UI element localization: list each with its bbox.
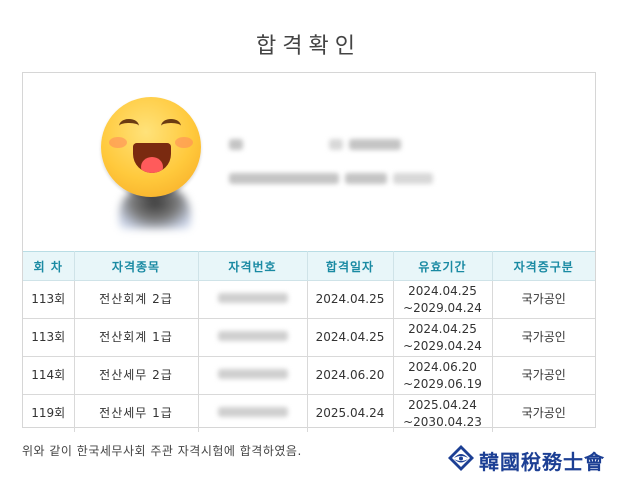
redacted-cert-number [217, 407, 288, 417]
emoji-mouth [133, 143, 171, 173]
valid-from: 2024.04.25 [408, 321, 477, 336]
emoji-left-cheek [109, 137, 127, 148]
certification-statement: 위와 같이 한국세무사회 주관 자격시험에 합격하였음. [22, 444, 302, 458]
header-pass-date: 합격일자 [306, 251, 394, 281]
valid-from: 2024.06.20 [408, 359, 477, 374]
redacted-cert-number [217, 331, 288, 341]
cell-pass-date: 2024.04.25 [306, 280, 394, 319]
valid-from: 2024.04.25 [408, 283, 477, 298]
valid-to: ~2030.04.23 [403, 414, 482, 429]
cell-round: 119회 [23, 394, 75, 432]
cell-cert-number [197, 356, 308, 395]
cell-round: 114회 [23, 356, 75, 395]
redacted-birth-label [229, 173, 339, 184]
page-title: 합격확인 [256, 34, 361, 59]
header-subject: 자격종목 [73, 251, 199, 281]
grinning-emoji-icon [101, 97, 201, 197]
valid-to: ~2029.06.19 [403, 376, 482, 391]
cell-cert-type: 국가공인 [491, 280, 595, 319]
table-row: 113회 전산회계 2급 2024.04.25 2024.04.25 ~2029.… [23, 280, 595, 319]
redacted-birth-value [345, 173, 387, 184]
cell-pass-date: 2024.04.25 [306, 318, 394, 357]
kacta-logo-text: 韓國稅務士會 [479, 450, 605, 474]
cell-round: 113회 [23, 318, 75, 357]
cell-subject: 전산회계 2급 [73, 280, 199, 319]
table-row: 114회 전산세무 2급 2024.06.20 2024.06.20 ~2029.… [23, 356, 595, 395]
cell-subject: 전산회계 1급 [73, 318, 199, 357]
header-cert-number: 자격번호 [197, 251, 308, 281]
certificate-panel: 회 차 자격종목 자격번호 합격일자 유효기간 자격증구분 113회 전산회계 … [22, 72, 596, 432]
cell-cert-number [197, 280, 308, 319]
cell-pass-date: 2025.04.24 [306, 394, 394, 432]
cell-valid-period: 2025.04.24 ~2030.04.23 [392, 394, 493, 432]
valid-to: ~2029.04.24 [403, 300, 482, 315]
kacta-logo: 韓國稅務士會 [447, 444, 604, 474]
cell-cert-number [197, 318, 308, 357]
valid-from: 2025.04.24 [408, 397, 477, 412]
redacted-name-label [229, 139, 243, 150]
emoji-right-eye [161, 119, 181, 133]
profile-photo [101, 97, 205, 229]
redacted-name-separator [329, 139, 343, 150]
cell-cert-type: 국가공인 [491, 356, 595, 395]
cell-cert-number [197, 394, 308, 432]
valid-to: ~2029.04.24 [403, 338, 482, 353]
cell-valid-period: 2024.04.25 ~2029.04.24 [392, 280, 493, 319]
cell-cert-type: 국가공인 [491, 318, 595, 357]
cell-valid-period: 2024.04.25 ~2029.04.24 [392, 318, 493, 357]
cell-round: 113회 [23, 280, 75, 319]
header-valid-period: 유효기간 [392, 251, 493, 281]
header-round: 회 차 [23, 251, 75, 281]
cell-subject: 전산세무 2급 [73, 356, 199, 395]
cell-subject: 전산세무 1급 [73, 394, 199, 432]
header-cert-type: 자격증구분 [491, 251, 595, 281]
table-header-row: 회 차 자격종목 자격번호 합격일자 유효기간 자격증구분 [23, 251, 595, 281]
redacted-cert-number [217, 369, 288, 379]
table-row: 113회 전산회계 1급 2024.04.25 2024.04.25 ~2029.… [23, 318, 595, 357]
table-row: 119회 전산세무 1급 2025.04.24 2025.04.24 ~2030.… [23, 394, 595, 432]
certificate-table: 회 차 자격종목 자격번호 합격일자 유효기간 자격증구분 113회 전산회계 … [23, 251, 595, 432]
redacted-name-value [349, 139, 401, 150]
profile-section [23, 73, 595, 251]
redacted-cert-number [217, 293, 288, 303]
emoji-tongue [141, 157, 163, 173]
cell-valid-period: 2024.06.20 ~2029.06.19 [392, 356, 493, 395]
cell-pass-date: 2024.06.20 [306, 356, 394, 395]
emoji-right-cheek [175, 137, 193, 148]
emoji-left-eye [119, 119, 139, 133]
kacta-emblem-icon [448, 445, 474, 471]
redacted-birth-masked [393, 173, 433, 184]
cell-cert-type: 국가공인 [491, 394, 595, 432]
